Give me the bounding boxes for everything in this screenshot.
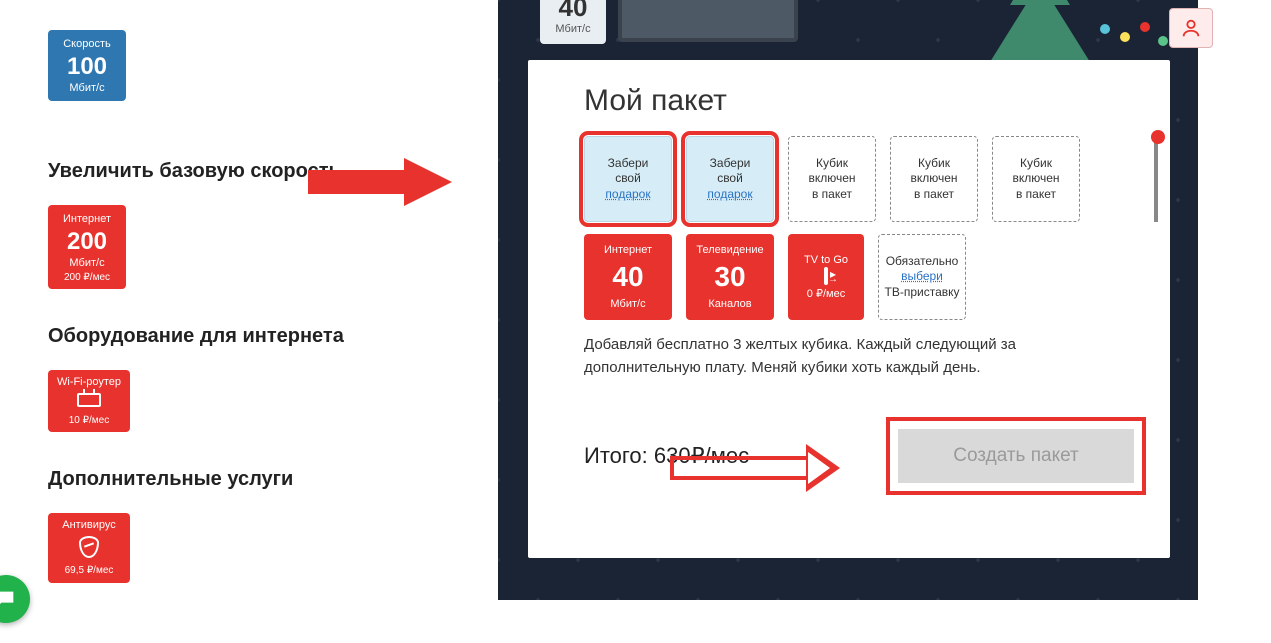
cube-bot: Каналов bbox=[708, 297, 751, 311]
speed-block-unit: Мбит/с bbox=[540, 23, 606, 35]
cube-mid: 40 bbox=[612, 259, 643, 295]
speed-block-value: 40 bbox=[540, 0, 606, 23]
slider-track-icon bbox=[1154, 136, 1158, 222]
slider-knob[interactable] bbox=[1151, 130, 1165, 144]
stb-l3: ТВ-приставку bbox=[885, 285, 960, 301]
ph-l1: Кубик bbox=[918, 156, 950, 172]
ph-l2: включен bbox=[1012, 171, 1059, 187]
package-hint: Добавляй бесплатно 3 желтых кубика. Кажд… bbox=[584, 334, 1134, 379]
cube-mid: 30 bbox=[714, 259, 745, 295]
placeholder-cube[interactable]: Кубик включен в пакет bbox=[788, 136, 876, 222]
tile-price: 200 ₽/мес bbox=[52, 272, 122, 284]
section-extra-title: Дополнительные услуги bbox=[48, 468, 398, 491]
tvtogo-cube[interactable]: TV to Go → 0 ₽/мес bbox=[788, 234, 864, 320]
cube-bot: 0 ₽/мес bbox=[807, 287, 845, 301]
garland-dot-icon bbox=[1120, 32, 1130, 42]
ph-l3: в пакет bbox=[1016, 187, 1056, 203]
cube-bot: Мбит/с bbox=[610, 297, 645, 311]
tile-label: Антивирус bbox=[50, 519, 128, 532]
current-speed-block: 40 Мбит/с bbox=[540, 0, 606, 44]
router-icon bbox=[77, 393, 101, 407]
garland-dot-icon bbox=[1100, 24, 1110, 34]
tree-icon bbox=[990, 0, 1090, 62]
tile-price: 69,5 ₽/мес bbox=[50, 565, 128, 577]
tile-label: Интернет bbox=[52, 213, 122, 226]
package-panel: 40 Мбит/с Мой пакет Забери свой подарок … bbox=[498, 0, 1198, 600]
ph-l1: Кубик bbox=[816, 156, 848, 172]
internet-200-tile[interactable]: Интернет 200 Мбит/с 200 ₽/мес bbox=[48, 205, 126, 289]
create-package-button[interactable]: Создать пакет bbox=[898, 429, 1134, 483]
section-equipment-title: Оборудование для интернета bbox=[48, 325, 398, 348]
package-title: Мой пакет bbox=[584, 84, 1134, 118]
annotation-arrow-icon bbox=[404, 158, 452, 206]
wifi-router-tile[interactable]: Wi-Fi-роутер 10 ₽/мес bbox=[48, 370, 130, 432]
chat-fab-button[interactable] bbox=[0, 575, 30, 623]
placeholder-cube[interactable]: Кубик включен в пакет bbox=[890, 136, 978, 222]
gift-link[interactable]: подарок bbox=[605, 187, 650, 203]
cube-top: Интернет bbox=[604, 243, 652, 257]
total-label-text: Итого: bbox=[584, 443, 654, 468]
tile-unit: Мбит/с bbox=[52, 257, 122, 270]
tv-cube[interactable]: Телевидение 30 Каналов bbox=[686, 234, 774, 320]
antivirus-tile[interactable]: Антивирус 69,5 ₽/мес bbox=[48, 513, 130, 583]
gift-line1: Забери bbox=[608, 156, 649, 172]
placeholder-cube[interactable]: Кубик включен в пакет bbox=[992, 136, 1080, 222]
shield-icon bbox=[79, 536, 99, 558]
gift-line1: Забери bbox=[710, 156, 751, 172]
tv-arrow-icon: → bbox=[828, 273, 838, 286]
stb-cube[interactable]: Обязательно выбери ТВ-приставку bbox=[878, 234, 966, 320]
garland-dot-icon bbox=[1158, 36, 1168, 46]
tile-value: 200 bbox=[52, 228, 122, 256]
user-icon bbox=[1180, 17, 1202, 39]
user-account-button[interactable] bbox=[1169, 8, 1213, 48]
ph-l2: включен bbox=[910, 171, 957, 187]
gift-link[interactable]: подарок bbox=[707, 187, 752, 203]
cube-top: TV to Go bbox=[804, 253, 848, 267]
garland-dot-icon bbox=[1140, 22, 1150, 32]
tv-illustration-icon bbox=[618, 0, 798, 42]
gift-line2: свой bbox=[717, 171, 743, 187]
ph-l3: в пакет bbox=[812, 187, 852, 203]
chat-icon bbox=[0, 588, 17, 610]
annotation-arrow-hollow-icon bbox=[670, 456, 810, 480]
tile-label: Wi-Fi-роутер bbox=[50, 376, 128, 389]
ph-l3: в пакет bbox=[914, 187, 954, 203]
gift-cube-1[interactable]: Забери свой подарок bbox=[584, 136, 672, 222]
ph-l2: включен bbox=[808, 171, 855, 187]
tile-price: 10 ₽/мес bbox=[50, 415, 128, 427]
cube-top: Телевидение bbox=[696, 243, 763, 257]
stb-link[interactable]: выбери bbox=[901, 269, 943, 285]
gift-cube-2[interactable]: Забери свой подарок bbox=[686, 136, 774, 222]
internet-cube[interactable]: Интернет 40 Мбит/с bbox=[584, 234, 672, 320]
stb-l1: Обязательно bbox=[886, 254, 959, 270]
ph-l1: Кубик bbox=[1020, 156, 1052, 172]
gift-line2: свой bbox=[615, 171, 641, 187]
tree-top-icon bbox=[1010, 0, 1070, 5]
